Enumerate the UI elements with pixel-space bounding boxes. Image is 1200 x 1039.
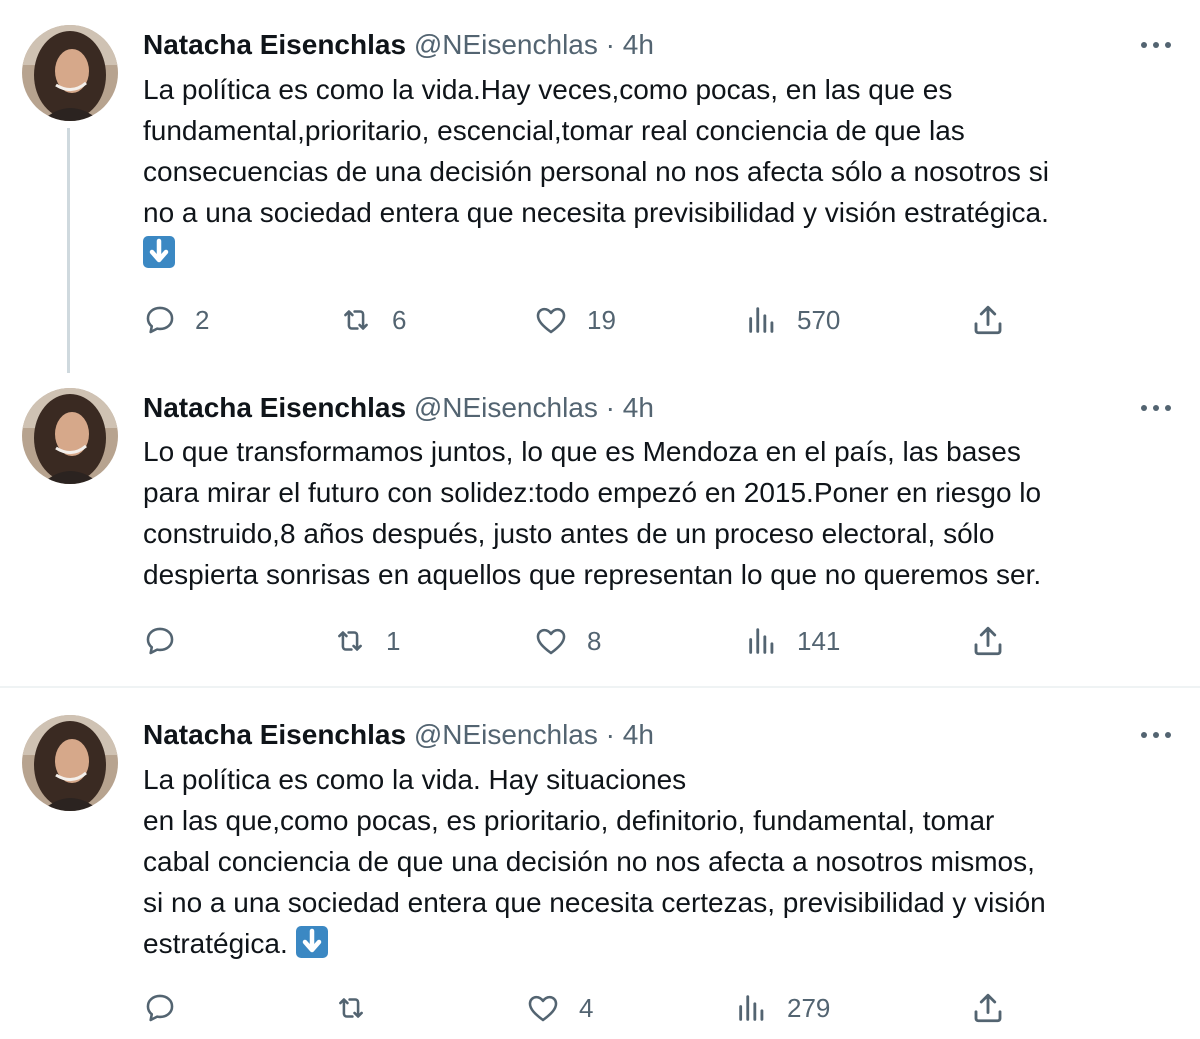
like-count: 4 bbox=[579, 992, 594, 1023]
separator-dot: · bbox=[605, 392, 615, 423]
like-button[interactable]: 4 bbox=[525, 988, 593, 1028]
views-chart-icon bbox=[749, 628, 774, 654]
tweet[interactable]: Natacha Eisenchlas @NEisenchlas · 4h Lo … bbox=[0, 370, 1200, 686]
more-horizontal-icon bbox=[1141, 405, 1171, 411]
views-button[interactable]: 570 bbox=[745, 300, 840, 340]
like-count: 19 bbox=[587, 304, 616, 335]
heart-icon bbox=[536, 628, 566, 655]
share-icon bbox=[974, 305, 1002, 335]
tweet-body: La política es como la vida. Hay situaci… bbox=[143, 764, 1046, 959]
reply-button[interactable]: 2 bbox=[143, 300, 209, 340]
tweet[interactable]: Natacha Eisenchlas @NEisenchlas · 4h La … bbox=[0, 0, 1200, 373]
reply-button[interactable] bbox=[143, 988, 195, 1028]
timestamp[interactable]: 4h bbox=[623, 29, 654, 60]
views-button[interactable]: 279 bbox=[735, 988, 830, 1028]
view-count: 570 bbox=[797, 304, 841, 335]
share-icon bbox=[974, 626, 1002, 656]
views-chart-icon bbox=[749, 307, 774, 333]
tweet-text: La política es como la vida.Hay veces,co… bbox=[143, 69, 1183, 274]
views-chart-icon bbox=[739, 995, 764, 1021]
author-name[interactable]: Natacha Eisenchlas bbox=[143, 392, 406, 423]
retweet-icon bbox=[344, 310, 368, 330]
more-options-button[interactable] bbox=[1136, 391, 1176, 425]
author-handle[interactable]: @NEisenchlas bbox=[414, 29, 598, 60]
tweet-actions: 2 6 19 570 bbox=[0, 300, 1200, 340]
author-handle[interactable]: @NEisenchlas bbox=[414, 719, 598, 750]
retweet-count: 1 bbox=[386, 625, 401, 656]
tweet-text: Lo que transformamos juntos, lo que es M… bbox=[143, 431, 1183, 595]
separator-dot: · bbox=[605, 719, 615, 750]
reply-button[interactable] bbox=[143, 621, 195, 661]
share-button[interactable] bbox=[970, 300, 1006, 340]
share-button[interactable] bbox=[970, 988, 1006, 1028]
tweet-text: La política es como la vida. Hay situaci… bbox=[143, 759, 1183, 964]
view-count: 141 bbox=[797, 625, 841, 656]
more-horizontal-icon bbox=[1141, 42, 1171, 48]
avatar[interactable] bbox=[22, 715, 118, 811]
share-icon bbox=[974, 993, 1002, 1023]
tweet-actions: 1 8 141 bbox=[0, 621, 1200, 661]
timestamp[interactable]: 4h bbox=[623, 392, 654, 423]
author-name[interactable]: Natacha Eisenchlas bbox=[143, 719, 406, 750]
views-button[interactable]: 141 bbox=[745, 621, 840, 661]
reply-count: 2 bbox=[195, 304, 210, 335]
heart-icon bbox=[536, 307, 566, 334]
retweet-icon bbox=[339, 998, 363, 1018]
more-options-button[interactable] bbox=[1136, 718, 1176, 752]
separator-dot: · bbox=[605, 29, 615, 60]
author-name[interactable]: Natacha Eisenchlas bbox=[143, 29, 406, 60]
tweet-header: Natacha Eisenchlas @NEisenchlas · 4h bbox=[143, 28, 654, 62]
more-horizontal-icon bbox=[1141, 732, 1171, 738]
arrow-down-emoji bbox=[143, 236, 175, 268]
like-button[interactable]: 8 bbox=[533, 621, 601, 661]
like-button[interactable]: 19 bbox=[533, 300, 616, 340]
retweet-button[interactable] bbox=[333, 988, 387, 1028]
view-count: 279 bbox=[787, 992, 831, 1023]
arrow-down-emoji bbox=[295, 926, 328, 958]
retweet-button[interactable]: 6 bbox=[338, 300, 406, 340]
reply-icon bbox=[146, 306, 174, 334]
heart-icon bbox=[528, 995, 558, 1022]
like-count: 8 bbox=[587, 625, 602, 656]
retweet-count: 6 bbox=[392, 304, 407, 335]
tweet-body: Lo que transformamos juntos, lo que es M… bbox=[143, 436, 1042, 590]
retweet-icon bbox=[338, 631, 362, 651]
avatar[interactable] bbox=[22, 25, 118, 121]
author-handle[interactable]: @NEisenchlas bbox=[414, 392, 598, 423]
timestamp[interactable]: 4h bbox=[623, 719, 654, 750]
more-options-button[interactable] bbox=[1136, 28, 1176, 62]
tweet[interactable]: Natacha Eisenchlas @NEisenchlas · 4h La … bbox=[0, 688, 1200, 1039]
share-button[interactable] bbox=[970, 621, 1006, 661]
retweet-button[interactable]: 1 bbox=[332, 621, 400, 661]
tweet-header: Natacha Eisenchlas @NEisenchlas · 4h bbox=[143, 391, 654, 425]
tweet-body: La política es como la vida.Hay veces,co… bbox=[143, 74, 1049, 228]
reply-icon bbox=[146, 994, 174, 1022]
tweet-header: Natacha Eisenchlas @NEisenchlas · 4h bbox=[143, 718, 654, 752]
tweet-actions: 4 279 bbox=[0, 988, 1200, 1028]
reply-icon bbox=[146, 627, 174, 655]
avatar[interactable] bbox=[22, 388, 118, 484]
